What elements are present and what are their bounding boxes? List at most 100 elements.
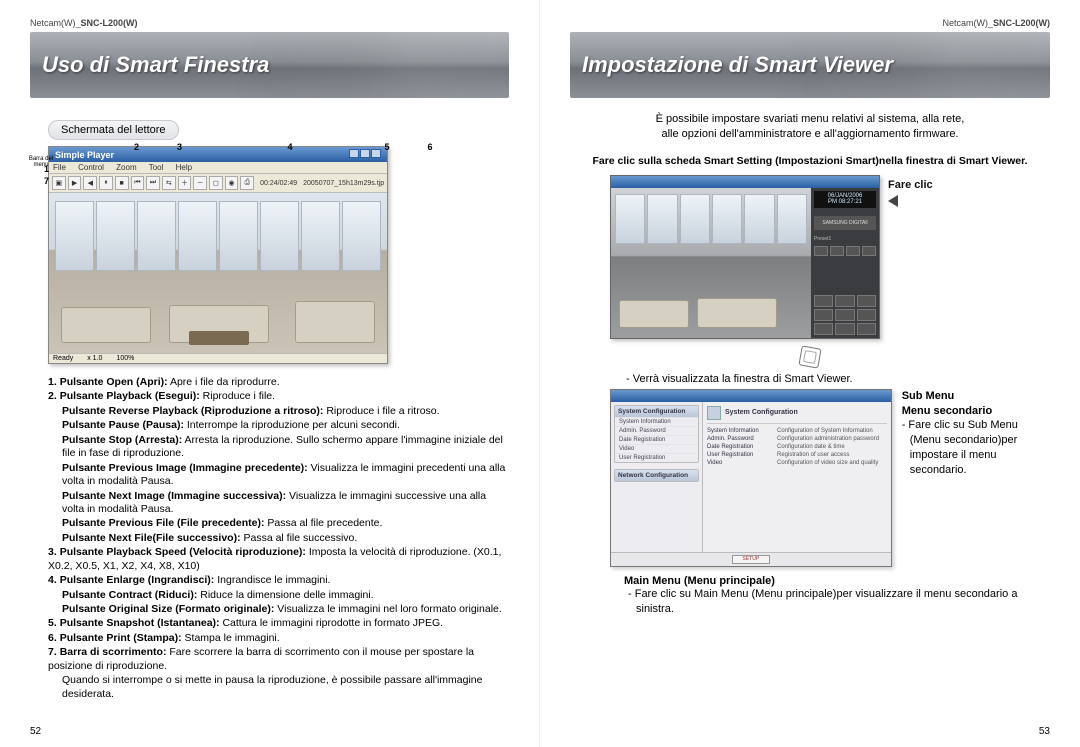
speed-icon: ⇆ bbox=[162, 176, 176, 190]
setup-button: SETUP bbox=[732, 555, 770, 564]
page-number-right: 53 bbox=[1039, 726, 1050, 737]
config-titlebar bbox=[611, 390, 891, 402]
desc-item: 5. Pulsante Snapshot (Istantanea): Cattu… bbox=[48, 617, 509, 630]
desc-item: Quando si interrompe o si mette in pausa… bbox=[62, 674, 509, 701]
intro-text: È possibile impostare svariati menu rela… bbox=[570, 106, 1050, 153]
pause-icon: ⏸ bbox=[99, 176, 113, 190]
submenu-hd2: Menu secondario bbox=[902, 404, 1050, 419]
config-rows: System InformationConfiguration of Syste… bbox=[707, 427, 887, 467]
config-side-item: System Information bbox=[615, 417, 698, 426]
enlarge-icon: ＋ bbox=[178, 176, 192, 190]
desc-item: 7. Barra di scorrimento: Fare scorrere l… bbox=[48, 646, 509, 673]
page-right: Netcam(W)_SNC-L200(W) Impostazione di Sm… bbox=[540, 0, 1080, 747]
viewer-date: 06/JAN/2006 PM 08:27:21 bbox=[814, 191, 876, 208]
play-icon: ▶ bbox=[68, 176, 82, 190]
viewer-titlebar bbox=[611, 176, 879, 188]
viewer-figure-row: 06/JAN/2006 PM 08:27:21 SAMSUNG DIGITAll… bbox=[610, 175, 1050, 339]
mainmenu-hd: Main Menu (Menu principale) bbox=[624, 575, 1050, 587]
header-prefix-r: Netcam(W)_ bbox=[942, 18, 993, 28]
callout-side-numbers: 1 7 bbox=[44, 164, 49, 187]
desc-item: Pulsante Pause (Pausa): Interrompe la ri… bbox=[62, 419, 509, 432]
status-pct: 100% bbox=[116, 355, 134, 362]
viewer-video bbox=[611, 188, 811, 338]
arrow-left-icon bbox=[888, 195, 898, 207]
viewer-control-panel: 06/JAN/2006 PM 08:27:21 SAMSUNG DIGITAll… bbox=[811, 188, 879, 338]
instruction-bold: Fare clic sulla scheda Smart Setting (Im… bbox=[578, 155, 1042, 167]
player-filename: 20050707_15h13m29s.tjp bbox=[303, 180, 384, 187]
config-row: Date RegistrationConfiguration date & ti… bbox=[707, 443, 887, 451]
status-ready: Ready bbox=[53, 355, 73, 362]
desc-item: Pulsante Reverse Playback (Riproduzione … bbox=[62, 405, 509, 418]
menu-control: Control bbox=[78, 163, 104, 172]
viewer-preset-label: Preset1 bbox=[814, 236, 876, 242]
desc-item: Pulsante Previous Image (Immagine preced… bbox=[62, 462, 509, 489]
banner-title-right: Impostazione di Smart Viewer bbox=[582, 52, 893, 78]
description-list: 1. Pulsante Open (Apri): Apre i file da … bbox=[48, 376, 509, 701]
viewer-brand: SAMSUNG DIGITAll bbox=[814, 216, 876, 230]
step-symbol-icon bbox=[798, 345, 821, 368]
callout-top-numbers: 2 3 4 5 6 bbox=[134, 142, 444, 152]
player-video-area bbox=[49, 193, 387, 353]
viewer-ptz-grid bbox=[814, 295, 876, 335]
config-side-item: Video bbox=[615, 444, 698, 453]
next-img-icon: ⏭ bbox=[146, 176, 160, 190]
desc-item: Pulsante Next File(File successivo): Pas… bbox=[62, 532, 509, 545]
config-side-item: Admin. Password bbox=[615, 426, 698, 435]
config-side-group-network: Network Configuration bbox=[614, 469, 699, 482]
smart-viewer-window: 06/JAN/2006 PM 08:27:21 SAMSUNG DIGITAll… bbox=[610, 175, 880, 339]
open-icon: ▣ bbox=[52, 176, 66, 190]
player-figure: 2 3 4 5 6 Barra del menu 1 7 Simple Play… bbox=[48, 146, 509, 364]
mainmenu-explain: Main Menu (Menu principale) - Fare clic … bbox=[624, 575, 1050, 617]
side-group2-header: Network Configuration bbox=[615, 470, 698, 481]
reduce-icon: － bbox=[193, 176, 207, 190]
page-number-left: 52 bbox=[30, 726, 41, 737]
header-model-r: SNC-L200(W) bbox=[993, 18, 1050, 28]
desc-item: Pulsante Contract (Riduci): Riduce la di… bbox=[62, 589, 509, 602]
config-window: System Configuration System InformationA… bbox=[610, 389, 892, 567]
desc-item: 3. Pulsante Playback Speed (Velocità rip… bbox=[48, 546, 509, 573]
config-sidebar: System Configuration System InformationA… bbox=[611, 402, 703, 552]
page-header-right: Netcam(W)_SNC-L200(W) bbox=[570, 18, 1050, 28]
config-side-group-system: System Configuration System InformationA… bbox=[614, 405, 699, 463]
snapshot-icon: ◉ bbox=[225, 176, 239, 190]
prev-img-icon: ⏮ bbox=[131, 176, 145, 190]
desc-item: 2. Pulsante Playback (Esegui): Riproduce… bbox=[48, 390, 509, 403]
banner-title-left: Uso di Smart Finestra bbox=[42, 52, 269, 78]
side-group1-header: System Configuration bbox=[615, 406, 698, 417]
player-time: 00:24/02:49 bbox=[260, 180, 297, 187]
player-statusbar: Ready x 1.0 100% bbox=[49, 353, 387, 363]
gear-icon bbox=[707, 406, 721, 420]
player-toolbar: ▣ ▶ ◀ ⏸ ■ ⏮ ⏭ ⇆ ＋ － ◻ ◉ ⎙ 00:24/02:49 20… bbox=[49, 174, 387, 193]
banner-right: Impostazione di Smart Viewer bbox=[570, 32, 1050, 98]
config-footer: SETUP bbox=[611, 552, 891, 566]
header-prefix: Netcam(W)_ bbox=[30, 18, 81, 28]
orig-icon: ◻ bbox=[209, 176, 223, 190]
barra-label: Barra del menu bbox=[26, 156, 56, 168]
config-side-item: User Registration bbox=[615, 453, 698, 462]
fare-clic-label: Fare clic bbox=[888, 179, 933, 191]
rev-icon: ◀ bbox=[83, 176, 97, 190]
desc-item: Pulsante Original Size (Formato original… bbox=[62, 603, 509, 616]
submenu-explain: Sub Menu Menu secondario - Fare clic su … bbox=[902, 389, 1050, 478]
menu-tool: Tool bbox=[149, 163, 164, 172]
config-main-header: System Configuration bbox=[707, 406, 887, 424]
banner-left: Uso di Smart Finestra bbox=[30, 32, 509, 98]
viewer-presets bbox=[814, 246, 876, 256]
submenu-hd1: Sub Menu bbox=[902, 389, 1050, 404]
desc-item: 6. Pulsante Print (Stampa): Stampa le im… bbox=[48, 632, 509, 645]
config-row: VideoConfiguration of video size and qua… bbox=[707, 459, 887, 467]
simple-player-window: Simple Player File Control Zoom Tool Hel… bbox=[48, 146, 388, 364]
status-zoom: x 1.0 bbox=[87, 355, 102, 362]
header-model: SNC-L200(W) bbox=[81, 18, 138, 28]
player-title-text: Simple Player bbox=[55, 150, 114, 160]
sub-label: Schermata del lettore bbox=[48, 120, 179, 140]
print-icon: ⎙ bbox=[240, 176, 254, 190]
config-side-item: Date Registration bbox=[615, 435, 698, 444]
side-group1-items: System InformationAdmin. PasswordDate Re… bbox=[615, 417, 698, 462]
stop-icon: ■ bbox=[115, 176, 129, 190]
desc-item: 4. Pulsante Enlarge (Ingrandisci): Ingra… bbox=[48, 574, 509, 587]
config-row: System InformationConfiguration of Syste… bbox=[707, 427, 887, 435]
config-row: Admin. PasswordConfiguration administrat… bbox=[707, 435, 887, 443]
desc-item: 1. Pulsante Open (Apri): Apre i file da … bbox=[48, 376, 509, 389]
config-figure-row: System Configuration System InformationA… bbox=[610, 389, 1050, 567]
